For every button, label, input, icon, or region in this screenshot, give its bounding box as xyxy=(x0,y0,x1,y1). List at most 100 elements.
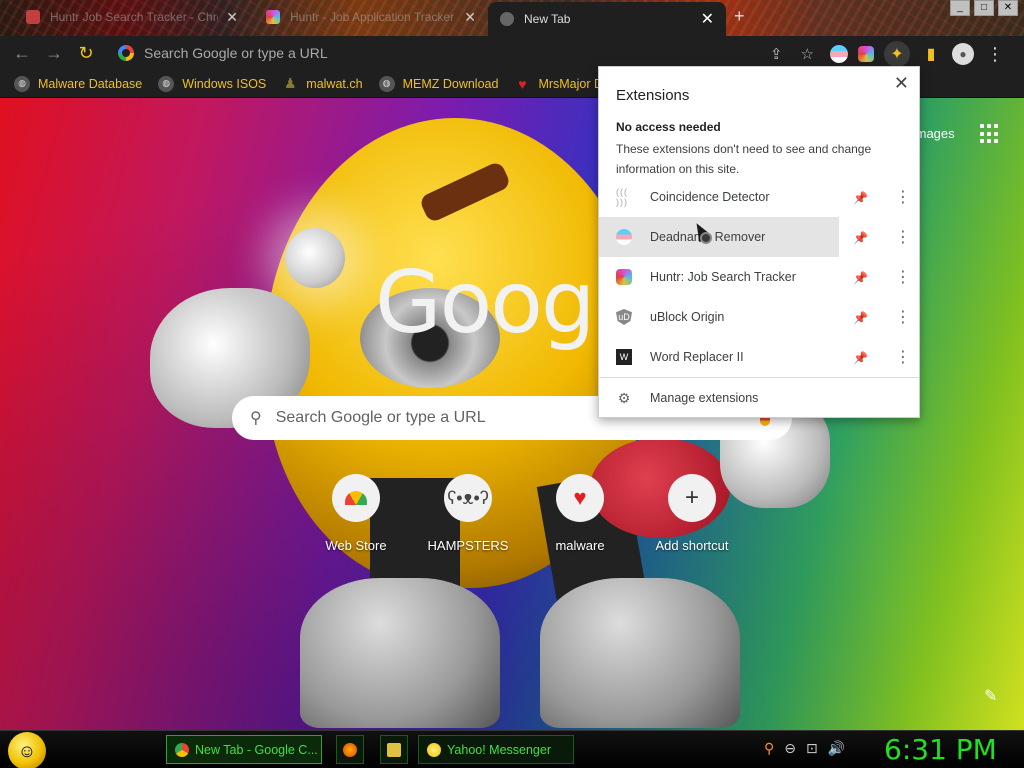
address-bar[interactable]: Search Google or type a URL ⇪ ☆ xyxy=(110,39,820,67)
minimize-icon[interactable]: _ xyxy=(950,0,970,16)
globe-icon: ◍ xyxy=(378,75,395,92)
pin-icon[interactable]: 📌 xyxy=(853,191,868,205)
shortcut-label: Web Store xyxy=(325,538,387,553)
volume-icon[interactable]: 🔊 xyxy=(828,740,845,757)
taskbar-button-label: New Tab - Google C... xyxy=(195,742,318,757)
firefox-icon xyxy=(343,742,357,757)
side-panel-icon[interactable]: ▮ xyxy=(920,43,942,65)
taskbar-button-chrome[interactable]: New Tab - Google C... xyxy=(166,735,322,764)
close-tab-icon[interactable]: ✕ xyxy=(226,9,238,26)
extension-item-huntr[interactable]: Huntr: Job Search Tracker xyxy=(599,257,839,297)
bookmark-label: malwat.ch xyxy=(306,76,363,91)
search-icon[interactable]: ⚲ xyxy=(764,740,774,757)
extensions-popup: Extensions ✕ No access needed These exte… xyxy=(598,66,920,418)
shortcut-label: HAMPSTERS xyxy=(427,538,509,553)
huntr-icon xyxy=(616,269,632,285)
close-window-icon[interactable]: ✕ xyxy=(998,0,1018,16)
bookmark-label: Malware Database xyxy=(38,76,143,91)
extensions-popup-title: Extensions xyxy=(616,87,690,104)
bookmark-malware-database[interactable]: ◍ Malware Database xyxy=(14,75,143,92)
network-icon[interactable]: ⊡ xyxy=(806,740,818,757)
shortcut-hampsters[interactable]: ʕ•ᴥ•ʔ HAMPSTERS xyxy=(412,474,524,553)
new-tab-button[interactable]: + xyxy=(734,6,745,27)
tab-strip: Huntr Job Search Tracker - Chro ✕ Huntr … xyxy=(0,0,1024,36)
status-icon[interactable]: ⊖ xyxy=(784,740,796,757)
more-options-icon[interactable]: ⋮ xyxy=(895,307,911,327)
divider xyxy=(599,377,919,378)
profile-avatar-icon[interactable]: ● xyxy=(952,43,974,65)
maximize-icon[interactable]: □ xyxy=(974,0,994,16)
bookmark-memz-download[interactable]: ◍ MEMZ Download xyxy=(378,75,499,92)
system-tray: ⚲ ⊖ ⊡ 🔊 xyxy=(764,740,845,757)
close-icon[interactable]: ✕ xyxy=(894,73,909,94)
coincidence-detector-icon: ((( ))) xyxy=(616,187,628,207)
extension-item-coincidence-detector[interactable]: ((( ))) Coincidence Detector xyxy=(599,177,839,217)
google-apps-icon[interactable] xyxy=(980,124,1000,144)
taskbar-button-yahoo-messenger[interactable]: Yahoo! Messenger xyxy=(418,735,574,764)
address-bar-placeholder: Search Google or type a URL xyxy=(144,45,328,61)
extensions-puzzle-icon[interactable]: ✦ xyxy=(884,41,910,67)
taskbar-clock[interactable]: 6:31 PM xyxy=(884,733,997,766)
hamster-icon: ʕ•ᴥ•ʔ xyxy=(447,487,489,508)
tab-title: Huntr Job Search Tracker - Chro xyxy=(50,10,219,24)
folder-icon xyxy=(387,742,401,757)
pin-icon[interactable]: 📌 xyxy=(853,311,868,325)
background-orb xyxy=(285,228,345,288)
tab-huntr-application[interactable]: Huntr - Job Application Tracker ✕ xyxy=(254,2,488,32)
huntr-favicon-icon xyxy=(26,10,40,24)
tab-huntr-tracker[interactable]: Huntr Job Search Tracker - Chro ✕ xyxy=(14,2,250,32)
extension-name: uBlock Origin xyxy=(650,310,725,324)
more-options-icon[interactable]: ⋮ xyxy=(895,227,911,247)
globe-icon: ◍ xyxy=(158,75,175,92)
extension-item-word-replacer[interactable]: W Word Replacer II xyxy=(599,337,839,377)
close-tab-icon[interactable]: ✕ xyxy=(701,9,714,29)
deadname-remover-toolbar-icon[interactable] xyxy=(830,45,848,63)
ublock-origin-icon: uD xyxy=(616,309,632,325)
extension-name: Coincidence Detector xyxy=(650,190,770,204)
deadname-remover-icon xyxy=(616,229,632,245)
shortcut-add[interactable]: + Add shortcut xyxy=(636,474,748,553)
shortcut-malware[interactable]: ♥ malware xyxy=(524,474,636,553)
extension-name: Word Replacer II xyxy=(650,350,744,364)
tab-title: Huntr - Job Application Tracker xyxy=(290,10,455,24)
extension-item-ublock-origin[interactable]: uD uBlock Origin xyxy=(599,297,839,337)
chrome-menu-icon[interactable]: ⋮ xyxy=(984,43,1006,65)
globe-icon: ◍ xyxy=(14,75,30,92)
tab-new-tab[interactable]: New Tab ✕ xyxy=(488,2,726,36)
start-button-smiley-icon[interactable]: ☺ xyxy=(8,732,46,768)
taskbar-button-firefox[interactable] xyxy=(336,735,364,764)
window-controls: _ □ ✕ xyxy=(950,0,1018,16)
forward-button[interactable]: → xyxy=(38,37,70,69)
ntp-search-placeholder: Search Google or type a URL xyxy=(275,409,486,426)
bookmark-malwatch[interactable]: ♟ malwat.ch xyxy=(282,75,363,92)
pin-icon[interactable]: 📌 xyxy=(853,231,868,245)
busy-cursor-icon xyxy=(700,232,712,244)
more-options-icon[interactable]: ⋮ xyxy=(895,347,911,367)
section-title: No access needed xyxy=(616,120,721,134)
taskbar-button-explorer[interactable] xyxy=(380,735,408,764)
bookmark-star-icon[interactable]: ☆ xyxy=(801,45,814,63)
manage-extensions-link[interactable]: ⚙ Manage extensions xyxy=(616,385,759,411)
taskbar-button-label: Yahoo! Messenger xyxy=(447,742,551,757)
bookmark-label: MEMZ Download xyxy=(402,76,499,91)
more-options-icon[interactable]: ⋮ xyxy=(895,187,911,207)
bookmark-windows-isos[interactable]: ◍ Windows ISOS xyxy=(158,75,266,92)
huntr-toolbar-icon[interactable] xyxy=(858,46,874,62)
pin-icon[interactable]: 📌 xyxy=(853,351,868,365)
share-icon[interactable]: ⇪ xyxy=(770,45,783,63)
gear-icon: ⚙ xyxy=(617,389,631,406)
extension-item-deadname-remover[interactable]: Deadname Remover xyxy=(599,217,839,257)
more-options-icon[interactable]: ⋮ xyxy=(895,267,911,287)
heart-icon: ♥ xyxy=(573,485,587,510)
close-tab-icon[interactable]: ✕ xyxy=(464,9,476,26)
reload-button[interactable]: ↻ xyxy=(70,37,102,69)
pin-icon[interactable]: 📌 xyxy=(853,271,868,285)
shortcut-web-store[interactable]: Web Store xyxy=(300,474,412,553)
back-button[interactable]: ← xyxy=(6,37,38,69)
word-replacer-icon: W xyxy=(616,349,632,365)
shortcuts-row: Web Store ʕ•ᴥ•ʔ HAMPSTERS ♥ malware + Ad… xyxy=(300,474,748,553)
shortcut-label: malware xyxy=(555,538,605,553)
yahoo-messenger-icon xyxy=(427,742,441,757)
customize-pencil-icon[interactable]: ✎ xyxy=(984,686,997,706)
tab-title: New Tab xyxy=(524,12,571,26)
